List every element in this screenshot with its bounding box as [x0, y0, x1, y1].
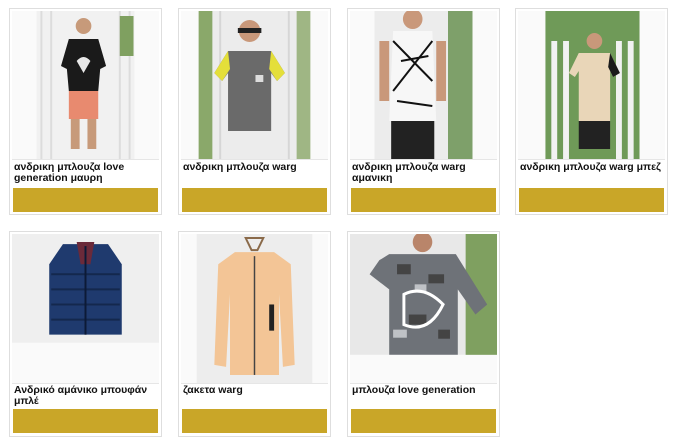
product-card[interactable]: ζακετα warg	[178, 231, 331, 437]
add-to-cart-button[interactable]	[182, 188, 327, 212]
divider	[12, 159, 159, 160]
product-title[interactable]: Ανδρικό αμάνικο μπουφάν μπλέ	[14, 385, 157, 407]
product-card[interactable]: ανδρικη μπλουζα warg	[178, 8, 331, 215]
product-title[interactable]: ανδρικη μπλουζα warg μπεζ	[520, 162, 663, 173]
add-to-cart-button[interactable]	[351, 188, 496, 212]
product-card[interactable]: μπλουζα love generation	[347, 231, 500, 437]
product-image[interactable]	[181, 11, 328, 159]
divider	[518, 159, 665, 160]
product-image[interactable]	[181, 234, 328, 383]
product-title[interactable]: ζακετα warg	[183, 385, 326, 396]
product-card[interactable]: ανδρικη μπλουζα warg αμανικη	[347, 8, 500, 215]
add-to-cart-button[interactable]	[13, 188, 158, 212]
product-grid: ανδρικη μπλουζα love generation μαυρη αν…	[0, 0, 680, 444]
add-to-cart-button[interactable]	[351, 409, 496, 433]
product-title[interactable]: ανδρικη μπλουζα warg	[183, 162, 326, 173]
add-to-cart-button[interactable]	[182, 409, 327, 433]
product-image[interactable]	[350, 234, 497, 383]
product-card[interactable]: Ανδρικό αμάνικο μπουφάν μπλέ	[9, 231, 162, 437]
add-to-cart-button[interactable]	[13, 409, 158, 433]
product-image[interactable]	[518, 11, 665, 159]
product-image[interactable]	[12, 11, 159, 159]
product-title[interactable]: μπλουζα love generation	[352, 385, 495, 396]
product-card[interactable]: ανδρικη μπλουζα warg μπεζ	[515, 8, 668, 215]
product-title[interactable]: ανδρικη μπλουζα love generation μαυρη	[14, 162, 157, 184]
divider	[181, 159, 328, 160]
product-card[interactable]: ανδρικη μπλουζα love generation μαυρη	[9, 8, 162, 215]
divider	[350, 159, 497, 160]
add-to-cart-button[interactable]	[519, 188, 664, 212]
product-image[interactable]	[12, 234, 159, 383]
product-title[interactable]: ανδρικη μπλουζα warg αμανικη	[352, 162, 495, 184]
product-image[interactable]	[350, 11, 497, 159]
